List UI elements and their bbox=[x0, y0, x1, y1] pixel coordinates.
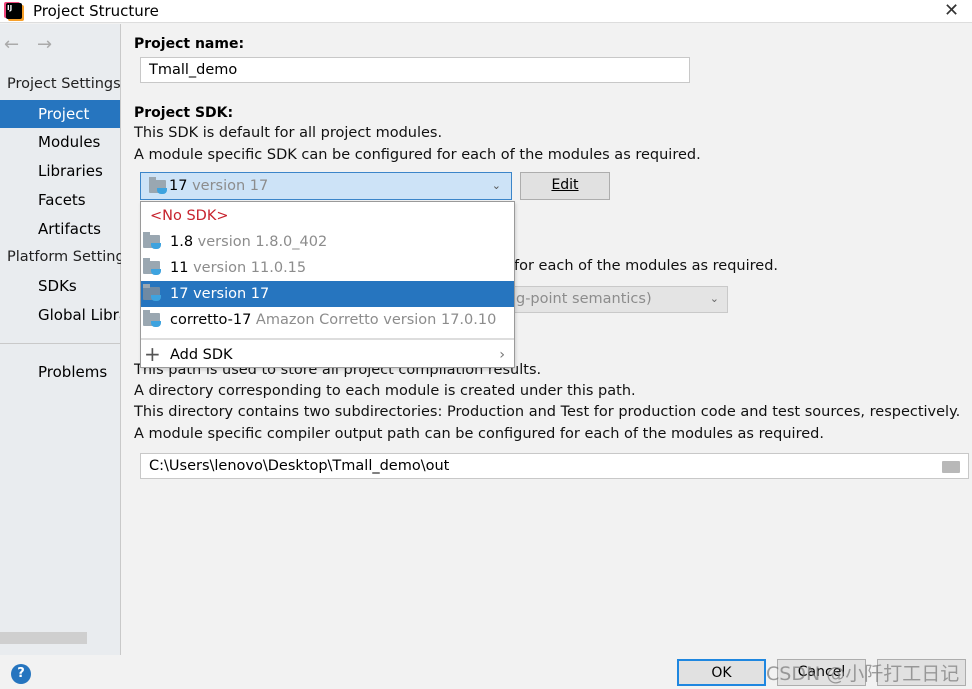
add-sdk-label: Add SDK bbox=[170, 347, 233, 363]
jdk-folder-icon bbox=[143, 310, 163, 329]
sdk-option-detail: Amazon Corretto version 17.0.10 bbox=[255, 312, 497, 328]
title-bar: IJ Project Structure ✕ bbox=[0, 0, 972, 23]
csdn-watermark: CSDN @小阡打工日记 bbox=[766, 663, 960, 685]
sdk-option[interactable]: 11 version 11.0.15 bbox=[141, 255, 514, 281]
browse-folder-icon[interactable] bbox=[942, 461, 960, 473]
sidebar-item-facets[interactable]: Facets bbox=[0, 186, 120, 214]
selected-sdk-name: 17 bbox=[169, 178, 188, 194]
output-description-3: This directory contains two subdirectori… bbox=[134, 404, 961, 420]
selected-sdk-detail: version 17 bbox=[192, 178, 269, 194]
sidebar-item-problems[interactable]: Problems bbox=[0, 358, 120, 386]
sdk-option-no-sdk[interactable]: <No SDK> bbox=[141, 203, 514, 229]
sidebar-item-global-libraries[interactable]: Global Libraries bbox=[0, 301, 120, 329]
chevron-right-icon: › bbox=[499, 347, 505, 363]
sdk-option[interactable]: 1.8 version 1.8.0_402 bbox=[141, 229, 514, 255]
sdk-option[interactable]: corretto-17 Amazon Corretto version 17.0… bbox=[141, 307, 514, 333]
forward-arrow-icon[interactable]: → bbox=[37, 34, 52, 55]
jdk-folder-icon bbox=[149, 177, 169, 196]
project-sdk-label: Project SDK: bbox=[134, 105, 234, 121]
compiler-output-path: C:\Users\lenovo\Desktop\Tmall_demo\out bbox=[149, 458, 450, 474]
project-name-input[interactable]: Tmall_demo bbox=[140, 57, 690, 83]
window-title: Project Structure bbox=[33, 2, 159, 20]
platform-settings-header: Platform Settings bbox=[7, 249, 121, 265]
jdk-folder-icon bbox=[143, 232, 163, 251]
chevron-down-icon: ⌄ bbox=[709, 292, 719, 305]
sdk-option-detail: version 1.8.0_402 bbox=[197, 234, 328, 250]
sidebar-scrollbar[interactable] bbox=[0, 632, 87, 644]
sdk-option-detail: version 17 bbox=[193, 286, 270, 302]
sidebar-item-project[interactable]: Project bbox=[0, 100, 120, 128]
output-description-4: A module specific compiler output path c… bbox=[134, 426, 824, 442]
sdk-description: This SDK is default for all project modu… bbox=[134, 125, 443, 141]
language-description-partial: for each of the modules as required. bbox=[514, 258, 779, 274]
sdk-option-name: 11 bbox=[170, 260, 189, 276]
add-sdk-item[interactable]: + Add SDK › bbox=[141, 342, 514, 368]
sdk-description-2: A module specific SDK can be configured … bbox=[134, 147, 701, 163]
intellij-logo-icon: IJ bbox=[6, 3, 22, 19]
chevron-down-icon: ⌄ bbox=[491, 179, 501, 192]
sdk-option-detail: version 11.0.15 bbox=[193, 260, 307, 276]
sdk-option-selected[interactable]: 17 version 17 bbox=[141, 281, 514, 307]
ok-button[interactable]: OK bbox=[677, 659, 766, 686]
sidebar: ← → Project Settings Project Modules Lib… bbox=[0, 24, 121, 655]
sdk-dropdown-popup: <No SDK> 1.8 version 1.8.0_402 11 versio… bbox=[140, 201, 515, 368]
close-icon[interactable]: ✕ bbox=[944, 0, 959, 21]
sidebar-divider bbox=[0, 343, 120, 344]
jdk-folder-icon bbox=[143, 258, 163, 277]
sidebar-item-artifacts[interactable]: Artifacts bbox=[0, 215, 120, 243]
output-description-2: A directory corresponding to each module… bbox=[134, 383, 636, 399]
compiler-output-input[interactable]: C:\Users\lenovo\Desktop\Tmall_demo\out bbox=[140, 453, 969, 479]
sidebar-item-sdks[interactable]: SDKs bbox=[0, 272, 120, 300]
popup-divider bbox=[141, 338, 514, 340]
edit-button[interactable]: Edit bbox=[520, 172, 610, 200]
language-level-value-partial: g-point semantics) bbox=[516, 291, 652, 307]
sdk-option-name: 17 bbox=[170, 286, 189, 302]
sdk-option-name: corretto-17 bbox=[170, 312, 252, 328]
project-settings-header: Project Settings bbox=[7, 76, 121, 92]
help-icon[interactable]: ? bbox=[11, 664, 31, 684]
project-name-label: Project name: bbox=[134, 36, 245, 52]
sidebar-item-modules[interactable]: Modules bbox=[0, 128, 120, 156]
sidebar-item-libraries[interactable]: Libraries bbox=[0, 157, 120, 185]
language-level-label-partial bbox=[134, 210, 139, 226]
plus-icon: + bbox=[144, 342, 161, 366]
sdk-option-name: 1.8 bbox=[170, 234, 194, 250]
back-arrow-icon[interactable]: ← bbox=[4, 34, 19, 55]
project-sdk-dropdown[interactable]: 17 version 17 ⌄ bbox=[140, 172, 512, 200]
jdk-folder-icon bbox=[143, 284, 163, 303]
edit-button-label: Edit bbox=[551, 177, 579, 193]
